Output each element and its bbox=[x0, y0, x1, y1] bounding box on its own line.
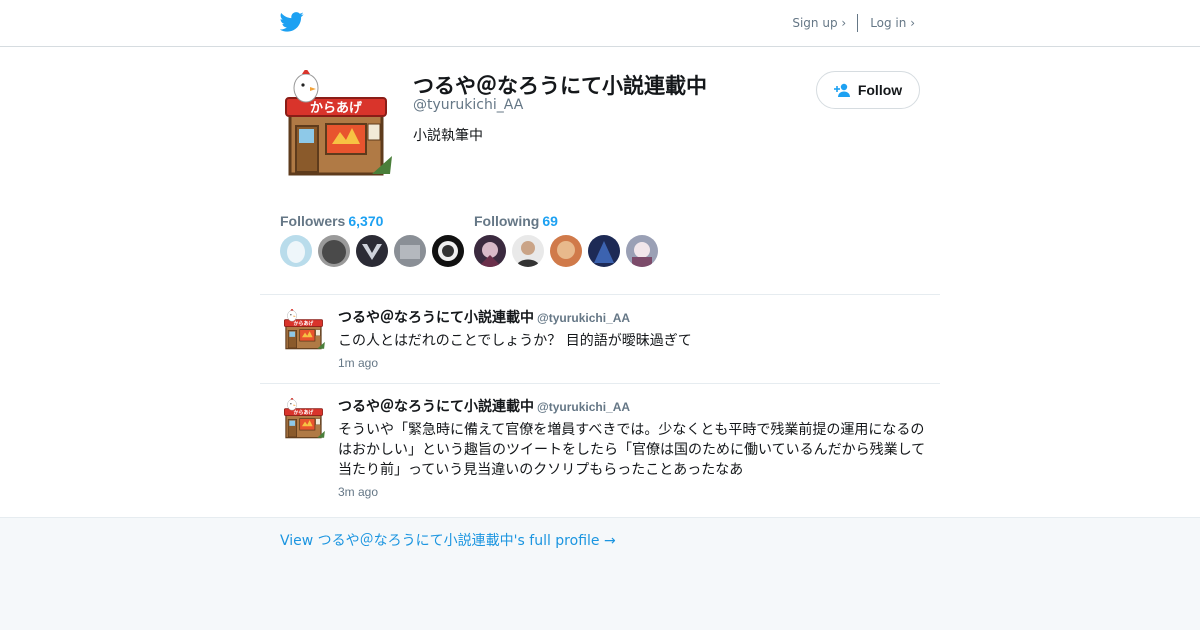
tweet-text: そういや「緊急時に備えて官僚を増員すべきでは。少なくとも平時で残業前提の運用にな… bbox=[338, 422, 926, 478]
followers-label: Followers bbox=[280, 213, 346, 229]
add-user-icon bbox=[833, 83, 850, 97]
follower-avatar[interactable] bbox=[356, 235, 388, 267]
profile-bio: 小説執筆中 bbox=[413, 128, 483, 144]
following-avatar[interactable] bbox=[588, 235, 620, 267]
tweet-author-name[interactable]: つるや＠なろうにて小説連載中 bbox=[338, 399, 534, 415]
followers-stat[interactable]: Followers 6,370 bbox=[280, 213, 464, 229]
tweet-author-handle[interactable]: @tyurukichi_AA bbox=[537, 400, 630, 414]
following-avatar[interactable] bbox=[474, 235, 506, 267]
following-avatar[interactable] bbox=[550, 235, 582, 267]
tweet-timestamp[interactable]: 1m ago bbox=[338, 356, 378, 370]
tweet-list: つるや＠なろうにて小説連載中 @tyurukichi_AA この人とはだれのことで… bbox=[260, 294, 940, 517]
follow-label: Follow bbox=[857, 82, 903, 98]
profile-handle[interactable]: @tyurukichi_AA bbox=[413, 97, 523, 113]
tweet-avatar[interactable] bbox=[282, 398, 328, 440]
tweet-avatar[interactable] bbox=[282, 309, 328, 351]
following-avatar[interactable] bbox=[626, 235, 658, 267]
tweet-header: つるや＠なろうにて小説連載中 @tyurukichi_AA bbox=[338, 307, 630, 327]
following-label: Following bbox=[474, 213, 540, 229]
login-link[interactable]: Log in › bbox=[870, 16, 915, 30]
following-count: 69 bbox=[542, 213, 558, 229]
followers-avatars bbox=[280, 235, 464, 267]
auth-links: Sign up › Log in › bbox=[792, 14, 915, 32]
tweet-author-name[interactable]: つるや＠なろうにて小説連載中 bbox=[338, 310, 534, 326]
follow-button[interactable]: Follow bbox=[816, 71, 920, 109]
follower-avatar[interactable] bbox=[394, 235, 426, 267]
tweet-author-handle[interactable]: @tyurukichi_AA bbox=[537, 311, 630, 325]
profile-stats: Followers 6,370 Following 69 bbox=[280, 213, 920, 271]
tweet-header: つるや＠なろうにて小説連載中 @tyurukichi_AA bbox=[338, 396, 630, 416]
signup-link[interactable]: Sign up › bbox=[792, 16, 846, 30]
follower-avatar[interactable] bbox=[432, 235, 464, 267]
footer: View つるや＠なろうにて小説連載中's full profile → bbox=[0, 517, 1200, 630]
profile-avatar[interactable] bbox=[280, 70, 400, 180]
tweet-timestamp[interactable]: 3m ago bbox=[338, 485, 378, 499]
twitter-bird-icon[interactable] bbox=[280, 11, 304, 33]
followers-count: 6,370 bbox=[348, 213, 384, 229]
follower-avatar[interactable] bbox=[318, 235, 350, 267]
following-group: Following 69 bbox=[474, 213, 658, 267]
followers-group: Followers 6,370 bbox=[280, 213, 464, 267]
following-stat[interactable]: Following 69 bbox=[474, 213, 658, 229]
following-avatar[interactable] bbox=[512, 235, 544, 267]
profile-name[interactable]: つるや＠なろうにて小説連載中 bbox=[413, 70, 707, 100]
full-profile-link[interactable]: View つるや＠なろうにて小説連載中's full profile → bbox=[280, 530, 616, 550]
tweet[interactable]: つるや＠なろうにて小説連載中 @tyurukichi_AA そういや「緊急時に備え… bbox=[260, 383, 940, 517]
divider bbox=[857, 14, 859, 32]
tweet[interactable]: つるや＠なろうにて小説連載中 @tyurukichi_AA この人とはだれのことで… bbox=[260, 294, 940, 383]
tweet-text: この人とはだれのことでしょうか？ 目的語が曖昧過ぎて bbox=[338, 333, 692, 349]
following-avatars bbox=[474, 235, 658, 267]
follower-avatar[interactable] bbox=[280, 235, 312, 267]
top-bar: Sign up › Log in › bbox=[0, 0, 1200, 47]
